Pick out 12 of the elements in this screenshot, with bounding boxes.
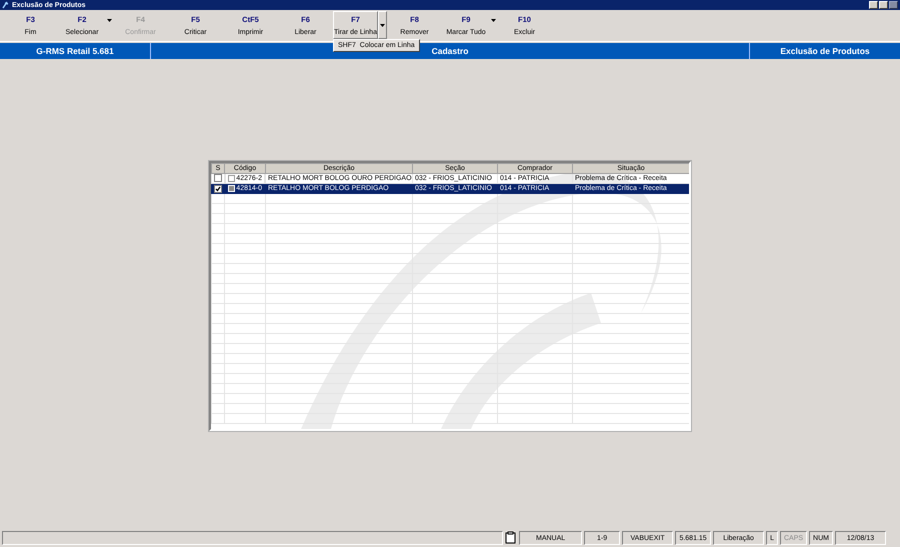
restore-button[interactable] <box>879 1 888 9</box>
product-label: G-RMS Retail 5.681 <box>0 43 151 59</box>
close-button[interactable] <box>889 1 898 9</box>
screen-label: Exclusão de Produtos <box>779 45 871 58</box>
minimize-button[interactable] <box>869 1 878 9</box>
clipboard-icon <box>505 531 518 544</box>
dropdown-arrow-icon[interactable] <box>107 19 112 22</box>
dropdown-arrow-icon[interactable] <box>491 19 496 22</box>
app-icon <box>2 1 9 9</box>
checkbox[interactable] <box>214 174 222 182</box>
checkbox[interactable] <box>214 184 222 192</box>
dropdown-arrow-icon[interactable] <box>380 24 385 26</box>
